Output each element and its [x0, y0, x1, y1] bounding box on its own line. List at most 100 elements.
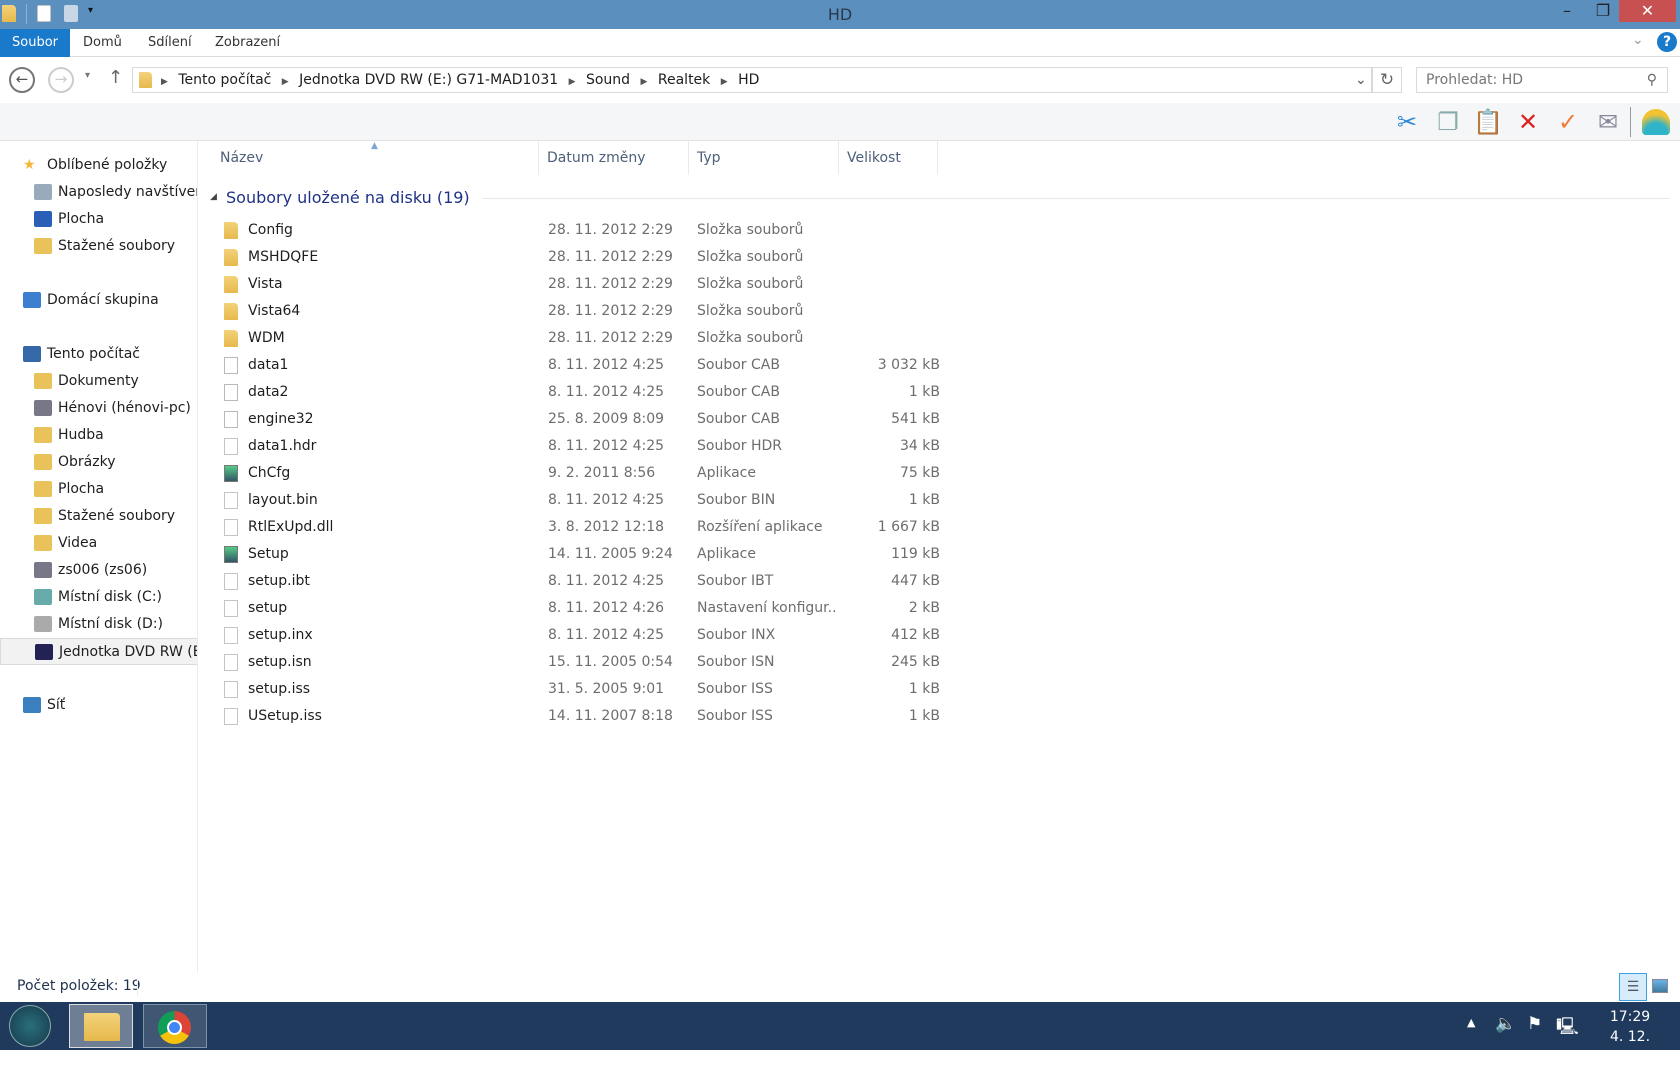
sidebar-item[interactable]: Síť: [0, 692, 197, 719]
paste-icon[interactable]: 📋: [1473, 107, 1503, 137]
expand-ribbon-icon[interactable]: ⌄: [1632, 32, 1644, 48]
file-row[interactable]: setup.iss 31. 5. 2005 9:01 Soubor ISS 1 …: [210, 676, 940, 703]
chevron-right-icon[interactable]: ▶: [282, 77, 289, 87]
taskbar: ▲ 🔈 ⚑ 🖳 17:29 4. 12. 2013: [0, 1002, 1680, 1065]
application-icon: [224, 465, 238, 482]
chevron-right-icon[interactable]: ▶: [569, 77, 576, 87]
taskbar-chrome[interactable]: [143, 1004, 207, 1048]
file-type: Soubor ISS: [697, 681, 773, 697]
sidebar-item-label: Tento počítač: [47, 346, 140, 362]
sidebar-item[interactable]: Stažené soubory: [0, 233, 197, 260]
action-center-flag-icon[interactable]: ⚑: [1527, 1014, 1542, 1034]
taskbar-file-explorer[interactable]: [69, 1004, 133, 1048]
file-name: engine32: [248, 411, 314, 427]
folder-icon: [224, 276, 238, 293]
recent-locations-icon[interactable]: ▾: [85, 70, 90, 81]
search-input[interactable]: Prohledat: HD ⚲: [1416, 67, 1668, 93]
chevron-right-icon[interactable]: ▶: [161, 77, 168, 87]
sidebar-item[interactable]: Dokumenty: [0, 368, 197, 395]
address-bar[interactable]: ▶ Tento počítač ▶ Jednotka DVD RW (E:) G…: [132, 67, 1372, 93]
file-size: 1 kB: [908, 492, 940, 508]
group-header[interactable]: ◢ Soubory uložené na disku (19): [210, 186, 1670, 212]
file-row[interactable]: USetup.iss 14. 11. 2007 8:18 Soubor ISS …: [210, 703, 940, 730]
sidebar-item[interactable]: Videa: [0, 530, 197, 557]
file-row[interactable]: Vista 28. 11. 2012 2:29 Složka souborů: [210, 271, 940, 298]
tab-soubor[interactable]: Soubor: [0, 29, 70, 57]
sidebar-item[interactable]: Stažené soubory: [0, 503, 197, 530]
sidebar-item[interactable]: Domácí skupina: [0, 287, 197, 314]
file-row[interactable]: data1.hdr 8. 11. 2012 4:25 Soubor HDR 34…: [210, 433, 940, 460]
breadcrumb-item[interactable]: Jednotka DVD RW (E:) G71-MAD1031: [299, 72, 558, 88]
file-row[interactable]: setup.inx 8. 11. 2012 4:25 Soubor INX 41…: [210, 622, 940, 649]
network-icon[interactable]: 🖳: [1556, 1014, 1579, 1043]
file-name: setup.iss: [248, 681, 311, 697]
up-button[interactable]: ↑: [108, 67, 123, 88]
sidebar-item[interactable]: Hénovi (hénovi-pc): [0, 395, 197, 422]
column-name[interactable]: Název: [212, 141, 539, 175]
file-row[interactable]: Setup 14. 11. 2005 9:24 Aplikace 119 kB: [210, 541, 940, 568]
sidebar-item[interactable]: Naposledy navštívená místa: [0, 179, 197, 206]
tab-sdileni[interactable]: Sdílení: [136, 29, 204, 57]
breadcrumb-item[interactable]: HD: [738, 72, 759, 88]
address-history-dropdown[interactable]: ⌄: [1355, 68, 1367, 92]
volume-muted-icon[interactable]: 🔈: [1495, 1014, 1516, 1034]
tab-domu[interactable]: Domů: [71, 29, 134, 57]
file-size: 1 kB: [908, 384, 940, 400]
column-type[interactable]: Typ: [689, 141, 839, 175]
show-hidden-icons[interactable]: ▲: [1467, 1016, 1475, 1029]
sidebar-item-label: Plocha: [58, 211, 105, 227]
breadcrumb-item[interactable]: Realtek: [658, 72, 710, 88]
column-date[interactable]: Datum změny: [539, 141, 689, 175]
file-icon: [224, 708, 238, 725]
chevron-right-icon[interactable]: ▶: [641, 77, 648, 87]
delete-icon[interactable]: ✕: [1513, 107, 1543, 137]
sidebar-item[interactable]: Plocha: [0, 476, 197, 503]
sidebar-item[interactable]: Obrázky: [0, 449, 197, 476]
file-date: 8. 11. 2012 4:26: [548, 600, 665, 616]
file-row[interactable]: setup 8. 11. 2012 4:26 Nastavení konfigu…: [210, 595, 940, 622]
file-row[interactable]: data1 8. 11. 2012 4:25 Soubor CAB 3 032 …: [210, 352, 940, 379]
file-row[interactable]: WDM 28. 11. 2012 2:29 Složka souborů: [210, 325, 940, 352]
sidebar-item[interactable]: ★ Oblíbené položky: [0, 152, 197, 179]
sidebar-item[interactable]: Tento počítač: [0, 341, 197, 368]
file-name: layout.bin: [248, 492, 318, 508]
folder-icon: [224, 249, 238, 266]
forward-button[interactable]: →: [48, 67, 74, 93]
file-row[interactable]: MSHDQFE 28. 11. 2012 2:29 Složka souborů: [210, 244, 940, 271]
file-row[interactable]: RtlExUpd.dll 3. 8. 2012 12:18 Rozšíření …: [210, 514, 940, 541]
tab-zobrazeni[interactable]: Zobrazení: [203, 29, 292, 57]
copy-icon[interactable]: ❐: [1433, 107, 1463, 137]
file-row[interactable]: setup.ibt 8. 11. 2012 4:25 Soubor IBT 44…: [210, 568, 940, 595]
sidebar-item[interactable]: Místní disk (D:): [0, 611, 197, 638]
file-row[interactable]: Vista64 28. 11. 2012 2:29 Složka souborů: [210, 298, 940, 325]
sidebar-item[interactable]: Plocha: [0, 206, 197, 233]
sidebar-item[interactable]: Místní disk (C:): [0, 584, 197, 611]
sidebar-item[interactable]: Hudba: [0, 422, 197, 449]
search-icon[interactable]: ⚲: [1647, 68, 1657, 92]
help-icon[interactable]: ?: [1657, 32, 1677, 52]
properties-check-icon[interactable]: ✓: [1553, 107, 1583, 137]
column-size[interactable]: Velikost: [839, 141, 938, 175]
file-row[interactable]: ChCfg 9. 2. 2011 8:56 Aplikace 75 kB: [210, 460, 940, 487]
start-button[interactable]: [9, 1005, 51, 1047]
sidebar-item[interactable]: Jednotka DVD RW (E:): [0, 638, 197, 665]
collapse-group-icon[interactable]: ◢: [210, 192, 217, 202]
large-icons-view-button[interactable]: [1652, 979, 1668, 993]
file-row[interactable]: data2 8. 11. 2012 4:25 Soubor CAB 1 kB: [210, 379, 940, 406]
breadcrumb-item[interactable]: Sound: [586, 72, 630, 88]
chevron-right-icon[interactable]: ▶: [721, 77, 728, 87]
refresh-button[interactable]: ↻: [1372, 67, 1402, 93]
close-button[interactable]: ✕: [1619, 0, 1676, 22]
file-row[interactable]: setup.isn 15. 11. 2005 0:54 Soubor ISN 2…: [210, 649, 940, 676]
breadcrumb-item[interactable]: Tento počítač: [178, 72, 271, 88]
classic-shell-icon[interactable]: [1642, 109, 1670, 135]
email-icon[interactable]: ✉: [1593, 107, 1623, 137]
file-row[interactable]: Config 28. 11. 2012 2:29 Složka souborů: [210, 217, 940, 244]
file-row[interactable]: layout.bin 8. 11. 2012 4:25 Soubor BIN 1…: [210, 487, 940, 514]
back-button[interactable]: ←: [9, 67, 35, 93]
details-view-button[interactable]: ☰: [1619, 973, 1647, 1001]
cut-icon[interactable]: ✂: [1392, 107, 1422, 137]
file-row[interactable]: engine32 25. 8. 2009 8:09 Soubor CAB 541…: [210, 406, 940, 433]
clock[interactable]: 17:29 4. 12. 2013: [1590, 1007, 1670, 1067]
sidebar-item[interactable]: zs006 (zs06): [0, 557, 197, 584]
